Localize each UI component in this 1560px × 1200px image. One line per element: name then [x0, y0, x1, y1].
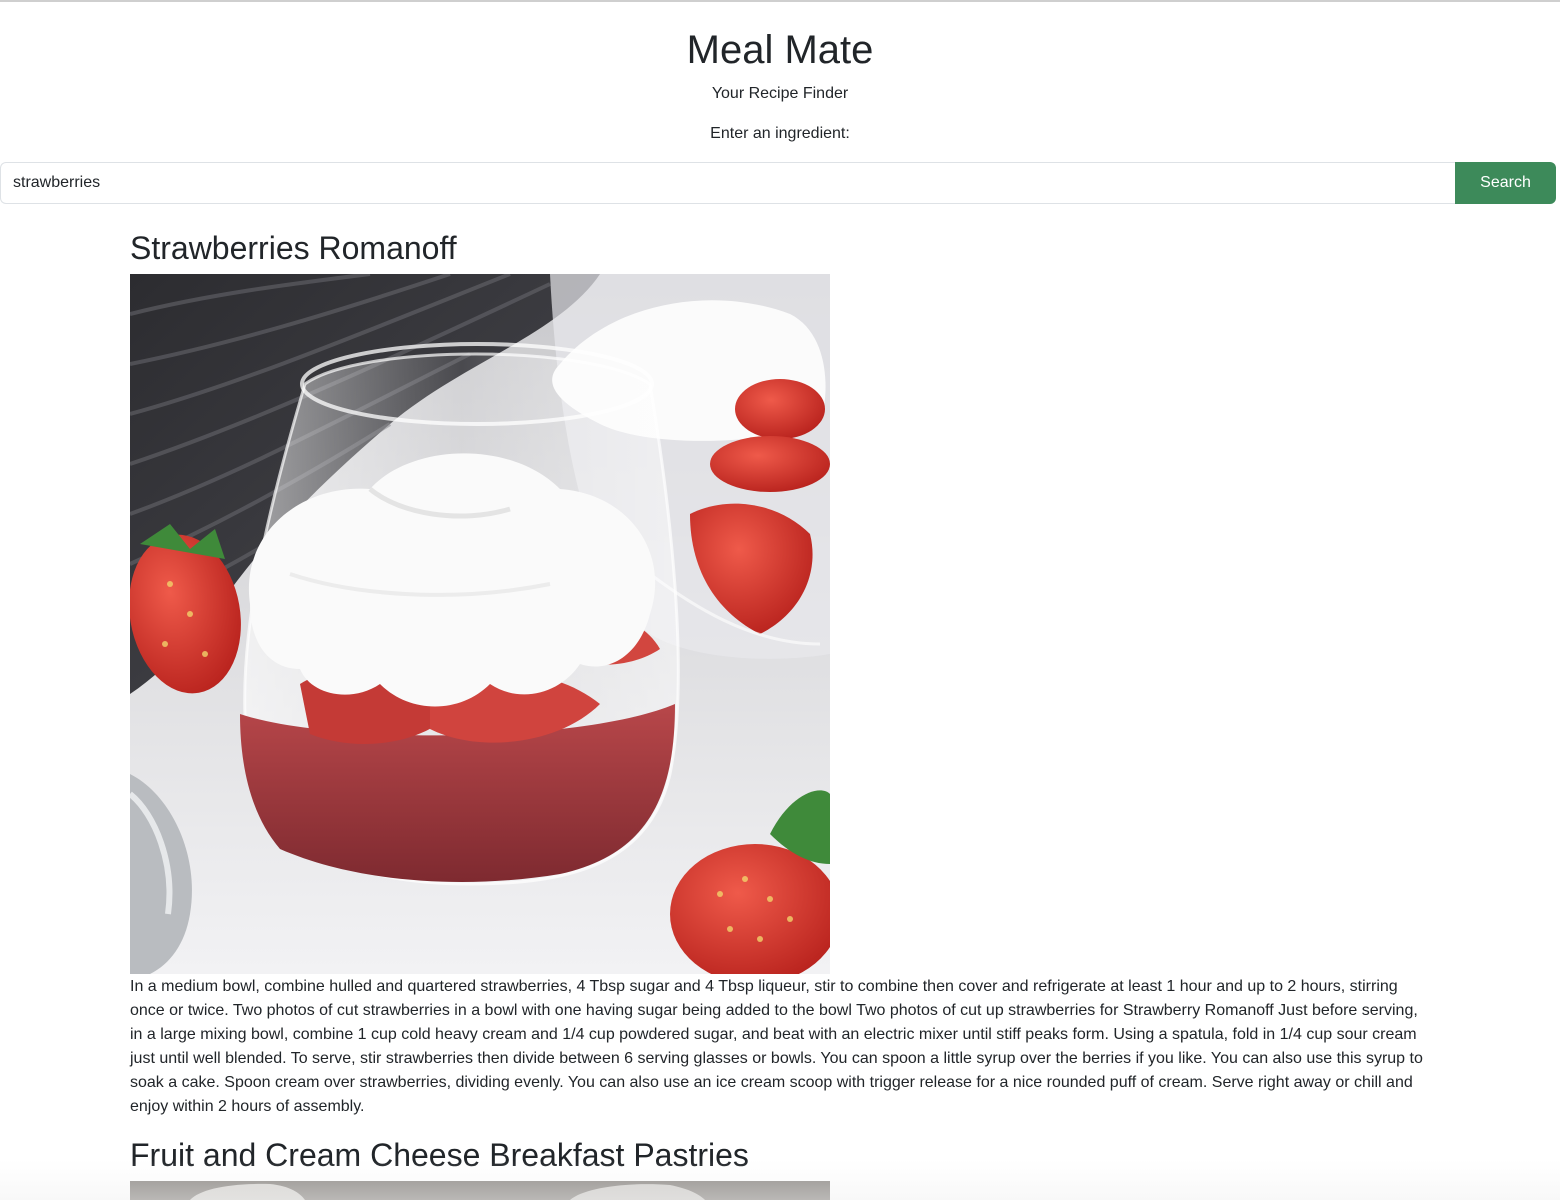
top-border [0, 0, 1560, 2]
recipe-description: In a medium bowl, combine hulled and qua… [130, 978, 1423, 1115]
app-subtitle: Your Recipe Finder [711, 85, 849, 102]
recipe-title: Fruit and Cream Cheese Breakfast Pastrie… [130, 1137, 749, 1173]
recipe-image [130, 274, 830, 974]
recipe-photo [130, 1181, 830, 1200]
search-button[interactable]: Search [1455, 162, 1556, 204]
app-title: Meal Mate [686, 28, 874, 72]
recipe-title: Strawberries Romanoff [130, 230, 457, 266]
recipe-image [130, 1181, 830, 1200]
recipe-photo [130, 274, 830, 974]
ingredient-search-input[interactable] [0, 162, 1456, 204]
search-label: Enter an ingredient: [710, 125, 850, 142]
